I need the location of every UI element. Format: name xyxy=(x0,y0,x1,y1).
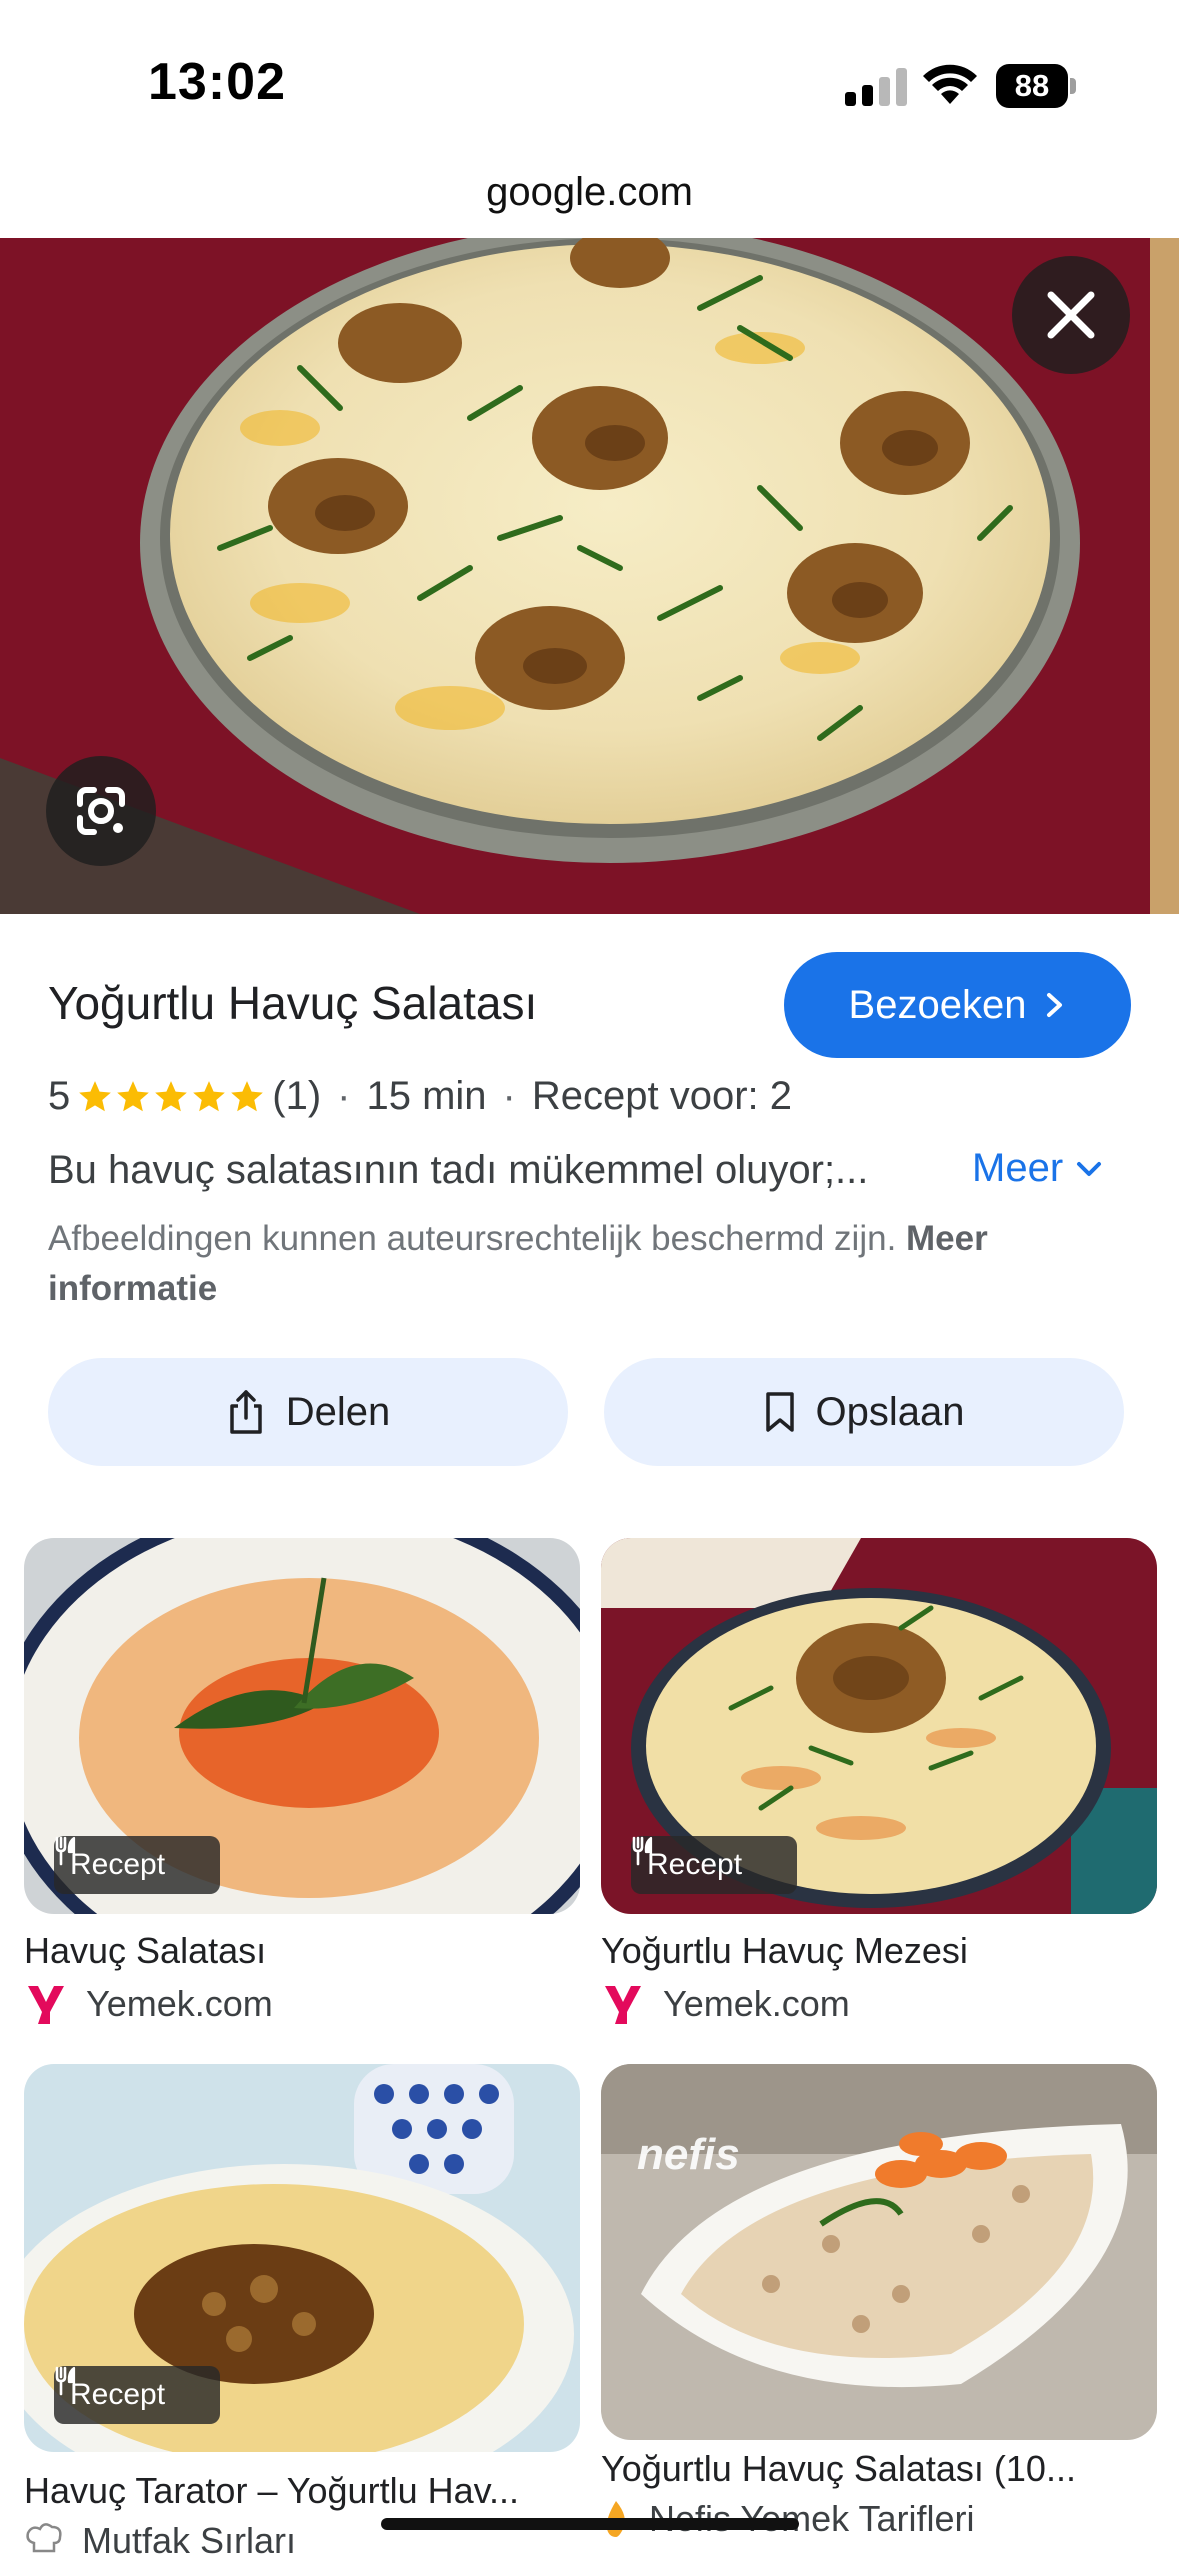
close-button[interactable] xyxy=(1012,256,1130,374)
separator-dot: · xyxy=(502,1074,516,1118)
separator-dot: · xyxy=(337,1074,351,1118)
chevron-down-icon xyxy=(1077,1161,1102,1176)
more-button-label: Meer xyxy=(972,1146,1064,1190)
related-card-title: Yoğurtlu Havuç Mezesi xyxy=(601,1930,968,1971)
watermark-logo: nefis xyxy=(637,2130,740,2179)
related-card-title: Yoğurtlu Havuç Salatası (10... xyxy=(601,2448,1076,2489)
yemek-logo-icon xyxy=(28,1986,64,2024)
home-indicator[interactable] xyxy=(381,2518,799,2530)
related-card-image[interactable]: Recept xyxy=(24,2064,580,2452)
related-card-source: Yemek.com xyxy=(601,1982,850,2026)
related-card[interactable]: nefis Yoğurtlu Havuç Salatası (10... Nef… xyxy=(601,2064,1157,2556)
related-card-image[interactable]: nefis xyxy=(601,2064,1157,2440)
recipe-badge-label: Recept xyxy=(70,2378,166,2411)
related-card[interactable]: Recept Havuç Salatası Yemek.com xyxy=(24,1538,580,2028)
rating-row: 5 (1) · 15 min · Recept voor: 2 xyxy=(48,1074,792,1119)
source-name: Yemek.com xyxy=(663,1983,850,2024)
google-lens-button[interactable] xyxy=(46,756,156,866)
restaurant-icon xyxy=(55,1836,76,1866)
related-card-source: Mutfak Sırları xyxy=(24,2520,296,2556)
hero-image[interactable] xyxy=(0,238,1179,914)
restaurant-icon xyxy=(632,1836,653,1866)
related-card-image[interactable]: Recept xyxy=(24,1538,580,1914)
copyright-text: Afbeeldingen kunnen auteursrechtelijk be… xyxy=(48,1219,897,1258)
source-name: Mutfak Sırları xyxy=(82,2520,297,2556)
chevron-right-icon xyxy=(1047,993,1063,1017)
battery-level: 88 xyxy=(1014,68,1050,103)
share-button-label: Delen xyxy=(285,1389,391,1434)
related-card-title: Havuç Tarator – Yoğurtlu Hav... xyxy=(24,2470,519,2511)
related-card-image[interactable]: Recept xyxy=(601,1538,1157,1914)
save-button[interactable]: Opslaan xyxy=(604,1358,1124,1466)
cook-time: 15 min xyxy=(366,1074,487,1118)
chef-hat-icon xyxy=(26,2523,62,2553)
google-lens-icon xyxy=(77,787,125,835)
recipe-badge: Recept xyxy=(631,1836,797,1894)
recipe-badge: Recept xyxy=(54,2366,220,2424)
status-bar: 13:02 88 xyxy=(0,0,1179,160)
source-name: Yemek.com xyxy=(86,1983,273,2024)
share-button[interactable]: Delen xyxy=(48,1358,568,1466)
more-button[interactable]: Meer xyxy=(972,1146,1103,1191)
related-card[interactable]: Recept Havuç Tarator – Yoğurtlu Hav... M… xyxy=(24,2064,580,2556)
cellular-signal-icon xyxy=(845,68,907,106)
recipe-badge-label: Recept xyxy=(647,1848,743,1881)
save-button-label: Opslaan xyxy=(815,1389,965,1434)
wifi-icon xyxy=(923,64,977,104)
share-icon xyxy=(229,1390,262,1434)
star-icon xyxy=(117,1080,150,1111)
servings: Recept voor: 2 xyxy=(531,1074,792,1118)
rating-value: 5 xyxy=(48,1074,71,1118)
recipe-title: Yoğurtlu Havuç Salatası xyxy=(48,977,538,1029)
recipe-badge: Recept xyxy=(54,1836,220,1894)
food-photo xyxy=(601,2064,1157,2440)
rating-count: (1) xyxy=(272,1074,322,1118)
close-icon xyxy=(1047,291,1095,339)
copyright-notice: Afbeeldingen kunnen auteursrechtelijk be… xyxy=(48,1214,1128,1314)
bookmark-icon xyxy=(765,1392,794,1432)
related-card-title: Havuç Salatası xyxy=(24,1930,267,1971)
visit-button[interactable]: Bezoeken xyxy=(784,952,1131,1058)
related-card[interactable]: Recept Yoğurtlu Havuç Mezesi Yemek.com xyxy=(601,1538,1157,2028)
star-icon xyxy=(155,1080,188,1111)
restaurant-icon xyxy=(55,2366,76,2396)
url-bar[interactable]: google.com xyxy=(0,170,1179,215)
star-icon xyxy=(231,1080,264,1111)
related-card-source: Yemek.com xyxy=(24,1982,273,2026)
recipe-description: Bu havuç salatasının tadı mükemmel oluyo… xyxy=(48,1148,869,1192)
recipe-badge-label: Recept xyxy=(70,1848,166,1881)
star-icon xyxy=(193,1080,226,1111)
visit-button-label: Bezoeken xyxy=(848,982,1027,1027)
hero-food-photo xyxy=(0,238,1179,914)
status-time: 13:02 xyxy=(148,53,286,111)
battery-tip xyxy=(1070,78,1076,94)
yemek-logo-icon xyxy=(605,1986,641,2024)
star-icon xyxy=(79,1080,112,1111)
battery-indicator: 88 xyxy=(996,64,1076,108)
rating-stars xyxy=(76,1078,266,1116)
